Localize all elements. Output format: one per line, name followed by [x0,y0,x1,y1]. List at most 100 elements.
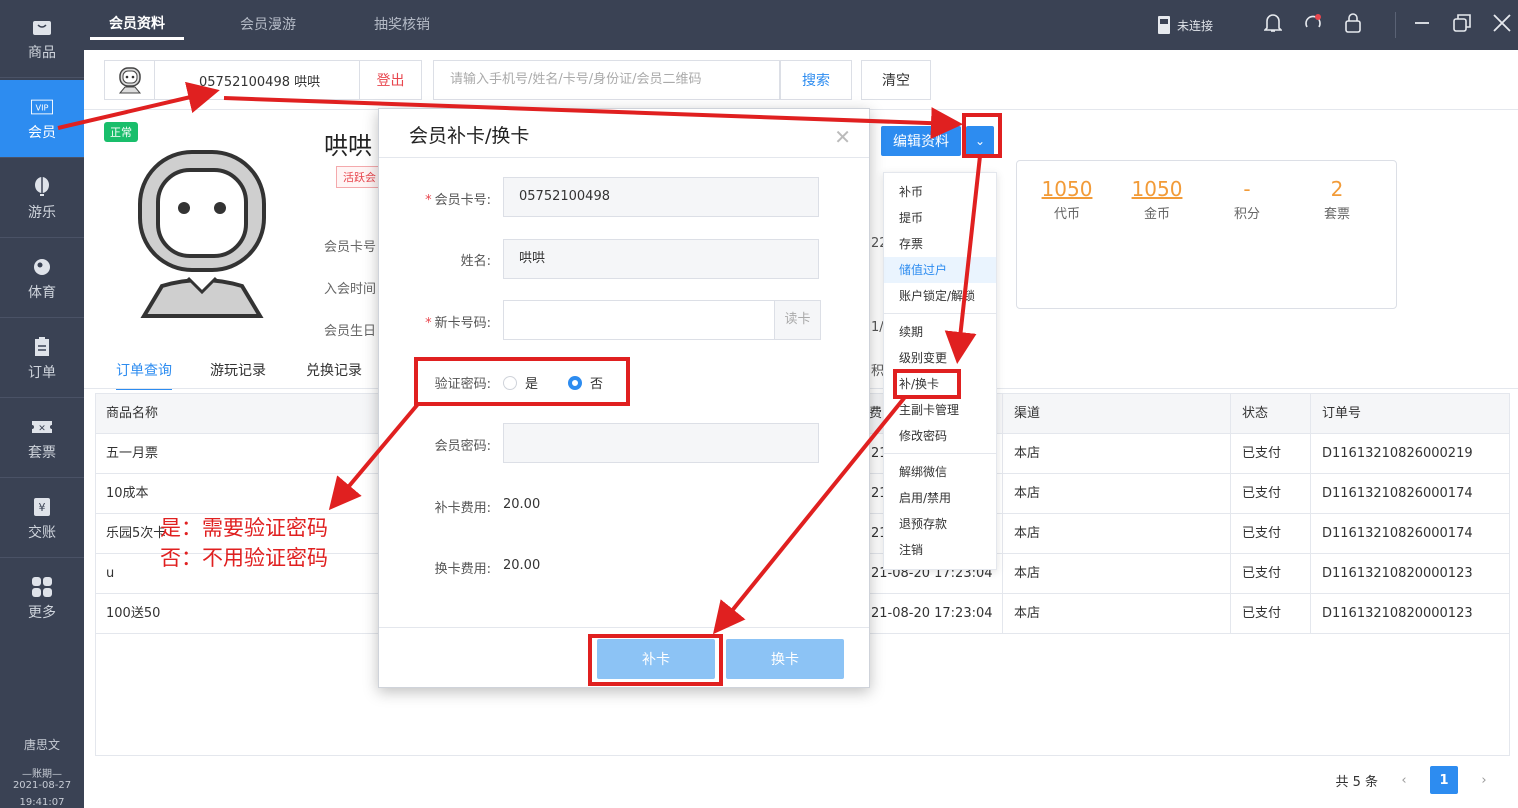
clipboard-icon [31,336,53,358]
sidebar-item-settlement[interactable]: ¥ 交账 [0,480,84,558]
bell-icon[interactable] [1261,13,1285,38]
next-page-button[interactable]: › [1470,766,1498,794]
name-field[interactable]: 哄哄 [503,239,819,279]
tab-member-info[interactable]: 会员资料 [90,0,184,40]
logout-button[interactable]: 登出 [359,61,421,99]
lock-icon[interactable] [1341,12,1365,38]
tab-lottery-verify[interactable]: 抽奖核销 [374,0,430,40]
verify-password-radio-group: 是 否 [503,373,603,392]
menu-item-deposit-tickets[interactable]: 存票 [884,231,996,257]
stat-tokens[interactable]: 1050 代币 [1027,177,1107,222]
support-icon[interactable] [1301,13,1325,38]
tab-order-query[interactable]: 订单查询 [116,360,172,390]
replace-fee-label: 换卡费用: [434,562,491,577]
password-field[interactable] [503,423,819,463]
divider [1395,12,1396,38]
sidebar-item-label: 交账 [28,524,56,541]
divider [379,157,869,158]
menu-item-balance-transfer[interactable]: 储值过户 [884,257,996,283]
top-bar: 会员资料 会员漫游 抽奖核销 未连接 [84,0,1518,50]
period-date: 2021-08-27 [12,780,72,791]
tab-play-records[interactable]: 游玩记录 [210,360,266,388]
tab-member-roaming[interactable]: 会员漫游 [240,0,296,40]
edit-profile-button[interactable]: 编辑资料 [881,126,961,156]
sidebar-item-sports[interactable]: 体育 [0,240,84,318]
reissue-card-modal: 会员补卡/换卡 ✕ * 会员卡号: 05752100498 姓名: 哄哄 * 新卡号… [378,108,870,688]
more-actions-dropdown-button[interactable]: ⌄ [966,126,994,156]
menu-item-withdraw-coins[interactable]: 提币 [884,205,996,231]
reissue-card-button[interactable]: 补卡 [597,639,715,679]
radio-no[interactable] [568,375,583,390]
sidebar-item-label: 商品 [28,44,56,61]
annotation-text-yes: 是：需要验证密码 [160,516,328,540]
window-controls: 未连接 [1157,0,1518,50]
current-member-box: 05752100498 哄哄 登出 [104,60,422,100]
avatar [136,146,268,322]
card-no-field[interactable]: 05752100498 [503,177,819,217]
sidebar-item-label: 游乐 [28,204,56,221]
sidebar-item-label: 体育 [28,284,56,301]
radio-yes[interactable] [503,375,517,390]
password-label: 会员密码: [434,439,491,454]
chevron-right-icon: › [1481,772,1487,788]
svg-text:VIP: VIP [35,102,48,112]
period-label: —账期— [22,769,62,780]
store-icon [31,16,53,38]
divider [379,627,869,628]
activity-tag: 活跃会 [336,166,383,188]
col-header-status: 状态 [1242,406,1269,421]
menu-divider [884,313,996,314]
col-header-name: 商品名称 [106,406,159,421]
stat-gold[interactable]: 1050 金币 [1117,177,1197,222]
restore-icon[interactable] [1450,13,1474,37]
clear-button[interactable]: 清空 [861,60,931,100]
menu-item-renew[interactable]: 续期 [884,319,996,345]
birthday-label: 会员生日 [324,324,377,339]
sidebar-item-label: 订单 [28,364,56,381]
col-header-order-no: 订单号 [1322,406,1362,421]
sidebar-item-member[interactable]: VIP 会员 [0,80,84,158]
menu-item-unbind-wechat[interactable]: 解绑微信 [884,459,996,485]
period-time: 19:41:07 [19,797,65,808]
prev-page-button[interactable]: ‹ [1390,766,1418,794]
status-badge: 正常 [104,122,138,142]
col-header-channel: 渠道 [1014,406,1041,421]
sidebar-item-tickets[interactable]: ✕ 套票 [0,400,84,478]
menu-item-cancel-account[interactable]: 注销 [884,537,996,563]
stat-points: - 积分 [1233,177,1260,222]
menu-item-change-password[interactable]: 修改密码 [884,423,996,449]
menu-item-enable-disable[interactable]: 启用/禁用 [884,485,996,511]
replace-fee-value: 20.00 [503,558,541,573]
sidebar-footer: 唐思文 —账期— 2021-08-27 19:41:07 [0,736,84,808]
search-input[interactable]: 请输入手机号/姓名/卡号/身份证/会员二维码 [433,60,780,100]
menu-item-card-management[interactable]: 主副卡管理 [884,397,996,423]
replace-card-button[interactable]: 换卡 [726,639,844,679]
menu-item-refund-deposit[interactable]: 退预存款 [884,511,996,537]
vip-icon: VIP [31,96,53,118]
device-icon [1157,16,1170,34]
sidebar-item-more[interactable]: 更多 [0,560,84,638]
close-icon[interactable]: ✕ [834,125,851,149]
menu-item-level-change[interactable]: 级别变更 [884,345,996,371]
minimize-icon[interactable] [1410,15,1434,36]
join-date-label: 入会时间 [324,282,377,297]
menu-item-account-lock[interactable]: 账户锁定/解锁 [884,283,996,309]
avatar-small [105,61,155,99]
page-button[interactable]: 1 [1430,766,1458,794]
read-card-button[interactable]: 读卡 [774,301,820,339]
svg-text:¥: ¥ [39,501,46,514]
grid-icon [31,576,53,598]
stat-packages: 2 套票 [1323,177,1350,222]
search-button[interactable]: 搜索 [780,60,852,100]
menu-item-add-coins[interactable]: 补币 [884,179,996,205]
menu-divider [884,453,996,454]
tab-exchange-records[interactable]: 兑换记录 [306,360,362,388]
device-status: 未连接 [1157,15,1213,35]
menu-item-reissue-card[interactable]: 补/换卡 [884,371,996,397]
sidebar-item-orders[interactable]: 订单 [0,320,84,398]
sidebar-item-goods[interactable]: 商品 [0,0,84,78]
name-label: 姓名: [460,254,491,269]
new-card-field[interactable]: 读卡 [503,300,821,340]
close-icon[interactable] [1490,13,1514,37]
sidebar-item-amusement[interactable]: 游乐 [0,160,84,238]
